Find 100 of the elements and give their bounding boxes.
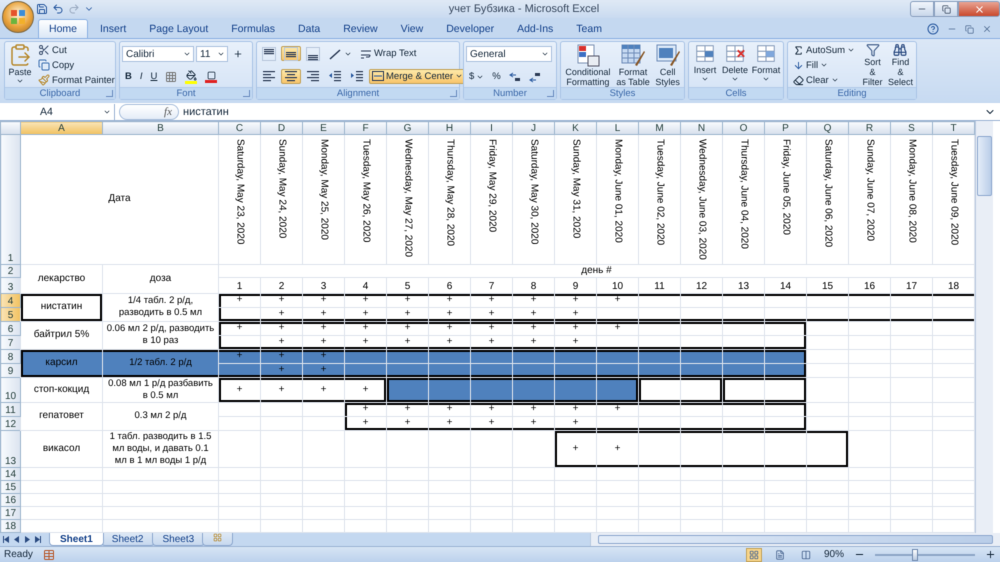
undo-icon[interactable] <box>52 3 64 15</box>
autosum-button[interactable]: AutoSum <box>790 43 858 57</box>
bold-button[interactable]: B <box>122 69 135 84</box>
row-header[interactable]: 16 <box>0 494 20 506</box>
align-button[interactable] <box>303 46 323 62</box>
column-header[interactable]: A <box>20 122 102 134</box>
style-button[interactable]: Cell Styles <box>653 43 682 87</box>
restore-button[interactable] <box>934 1 958 17</box>
number-format-field[interactable]: General <box>466 46 552 62</box>
cells-button[interactable]: Insert <box>691 43 719 87</box>
style-button[interactable]: Format as Table <box>614 43 652 87</box>
column-header[interactable]: S <box>890 122 932 134</box>
column-header[interactable]: I <box>470 122 512 134</box>
column-header[interactable]: M <box>638 122 680 134</box>
column-header[interactable]: C <box>218 122 260 134</box>
row-header[interactable]: 3 <box>0 277 20 294</box>
ribbon-tab[interactable]: Add-Ins <box>506 19 564 38</box>
align-button[interactable] <box>281 46 301 62</box>
ribbon-tab[interactable]: Insert <box>89 19 138 38</box>
formula-field[interactable]: нистатин <box>183 106 980 118</box>
style-button[interactable]: Conditional Formatting <box>563 43 613 87</box>
column-header[interactable]: G <box>386 122 428 134</box>
restore-icon[interactable] <box>965 24 974 34</box>
column-header[interactable]: H <box>428 122 470 134</box>
format-painter-button[interactable]: Format Painter <box>35 73 118 87</box>
row-header[interactable]: 1 <box>0 134 20 264</box>
ribbon-tab[interactable]: Review <box>332 19 389 38</box>
name-box[interactable]: A4 <box>0 104 115 120</box>
ribbon-tab[interactable]: Data <box>287 19 332 38</box>
percent-button[interactable]: % <box>489 69 504 84</box>
row-header[interactable]: 4 <box>0 293 20 308</box>
copy-button[interactable]: Copy <box>35 58 118 72</box>
sort-filter-button[interactable]: Sort & Filter <box>860 43 885 87</box>
find-select-button[interactable]: Find & Select <box>886 43 914 87</box>
column-header[interactable]: J <box>512 122 554 134</box>
insert-function-button[interactable]: fx <box>119 104 179 120</box>
ribbon-tab[interactable]: Team <box>565 19 613 38</box>
row-header[interactable]: 10 <box>0 377 20 402</box>
vertical-scrollbar[interactable] <box>975 121 993 533</box>
ribbon-tab[interactable]: Home <box>38 19 88 38</box>
column-header[interactable]: R <box>848 122 890 134</box>
row-header[interactable]: 13 <box>0 430 20 468</box>
row-header[interactable]: 17 <box>0 506 20 520</box>
help-icon[interactable] <box>927 23 939 35</box>
sheet-nav-button[interactable] <box>33 533 44 546</box>
align-button[interactable] <box>259 46 279 62</box>
column-header[interactable]: T <box>932 122 974 134</box>
column-header[interactable]: F <box>344 122 386 134</box>
day-number: 2 <box>278 280 284 292</box>
sheet-nav-button[interactable] <box>0 533 11 546</box>
sheet-tab[interactable]: Sheet1 <box>49 533 104 546</box>
column-header[interactable]: Q <box>806 122 848 134</box>
zoom-in-icon[interactable] <box>985 549 996 560</box>
wrap-text-button[interactable]: Wrap Text <box>357 46 420 62</box>
cut-button[interactable]: Cut <box>35 43 118 57</box>
fill-button[interactable]: Fill <box>790 58 858 72</box>
column-header[interactable]: N <box>680 122 722 134</box>
cells-button[interactable]: Format <box>751 43 781 87</box>
ribbon-tab[interactable]: Developer <box>435 19 506 38</box>
row-header[interactable]: 2 <box>0 264 20 278</box>
sheet-tab[interactable]: Sheet3 <box>152 533 206 546</box>
ribbon-tab[interactable]: View <box>390 19 434 38</box>
plus-mark: + <box>446 308 452 320</box>
row-header[interactable]: 5 <box>0 307 20 322</box>
close-icon[interactable] <box>982 24 992 34</box>
close-button[interactable] <box>958 1 1000 17</box>
column-header[interactable]: E <box>302 122 344 134</box>
normal-view-button[interactable] <box>746 548 762 562</box>
italic-button[interactable]: I <box>136 69 146 84</box>
row-header[interactable]: 8 <box>0 349 20 364</box>
row-header[interactable]: 15 <box>0 480 20 494</box>
sheet-tab[interactable]: Sheet2 <box>100 533 154 546</box>
ribbon-tab[interactable]: Page Layout <box>138 19 220 38</box>
font-size-field[interactable]: 11 <box>196 46 228 62</box>
column-header[interactable]: O <box>722 122 764 134</box>
align-button[interactable] <box>281 68 301 84</box>
paste-button[interactable]: Paste <box>7 43 33 87</box>
row-header[interactable]: 6 <box>0 321 20 336</box>
currency-button[interactable]: $ <box>466 69 488 84</box>
underline-button[interactable]: U <box>148 69 160 84</box>
slider-thumb[interactable] <box>912 548 918 560</box>
row-header[interactable]: 7 <box>0 335 20 350</box>
clear-button[interactable]: Clear <box>790 73 858 87</box>
row-header[interactable]: 12 <box>0 416 20 430</box>
row-header[interactable]: 14 <box>0 468 20 480</box>
column-header[interactable]: D <box>260 122 302 134</box>
horizontal-scrollbar[interactable] <box>590 533 1000 546</box>
plus-mark: + <box>530 294 536 306</box>
ribbon-tab[interactable]: Formulas <box>220 19 286 38</box>
font-name-field[interactable]: Calibri <box>122 46 194 62</box>
column-header[interactable]: P <box>764 122 806 134</box>
cells-button[interactable]: Delete <box>720 43 749 87</box>
zoom-level: 90% <box>824 549 844 560</box>
column-header[interactable]: L <box>596 122 638 134</box>
column-header[interactable]: B <box>102 122 218 134</box>
save-icon[interactable] <box>36 3 48 15</box>
row-header[interactable]: 18 <box>0 520 20 532</box>
column-header[interactable]: K <box>554 122 596 134</box>
row-header[interactable]: 9 <box>0 363 20 378</box>
row-header[interactable]: 11 <box>0 402 20 416</box>
